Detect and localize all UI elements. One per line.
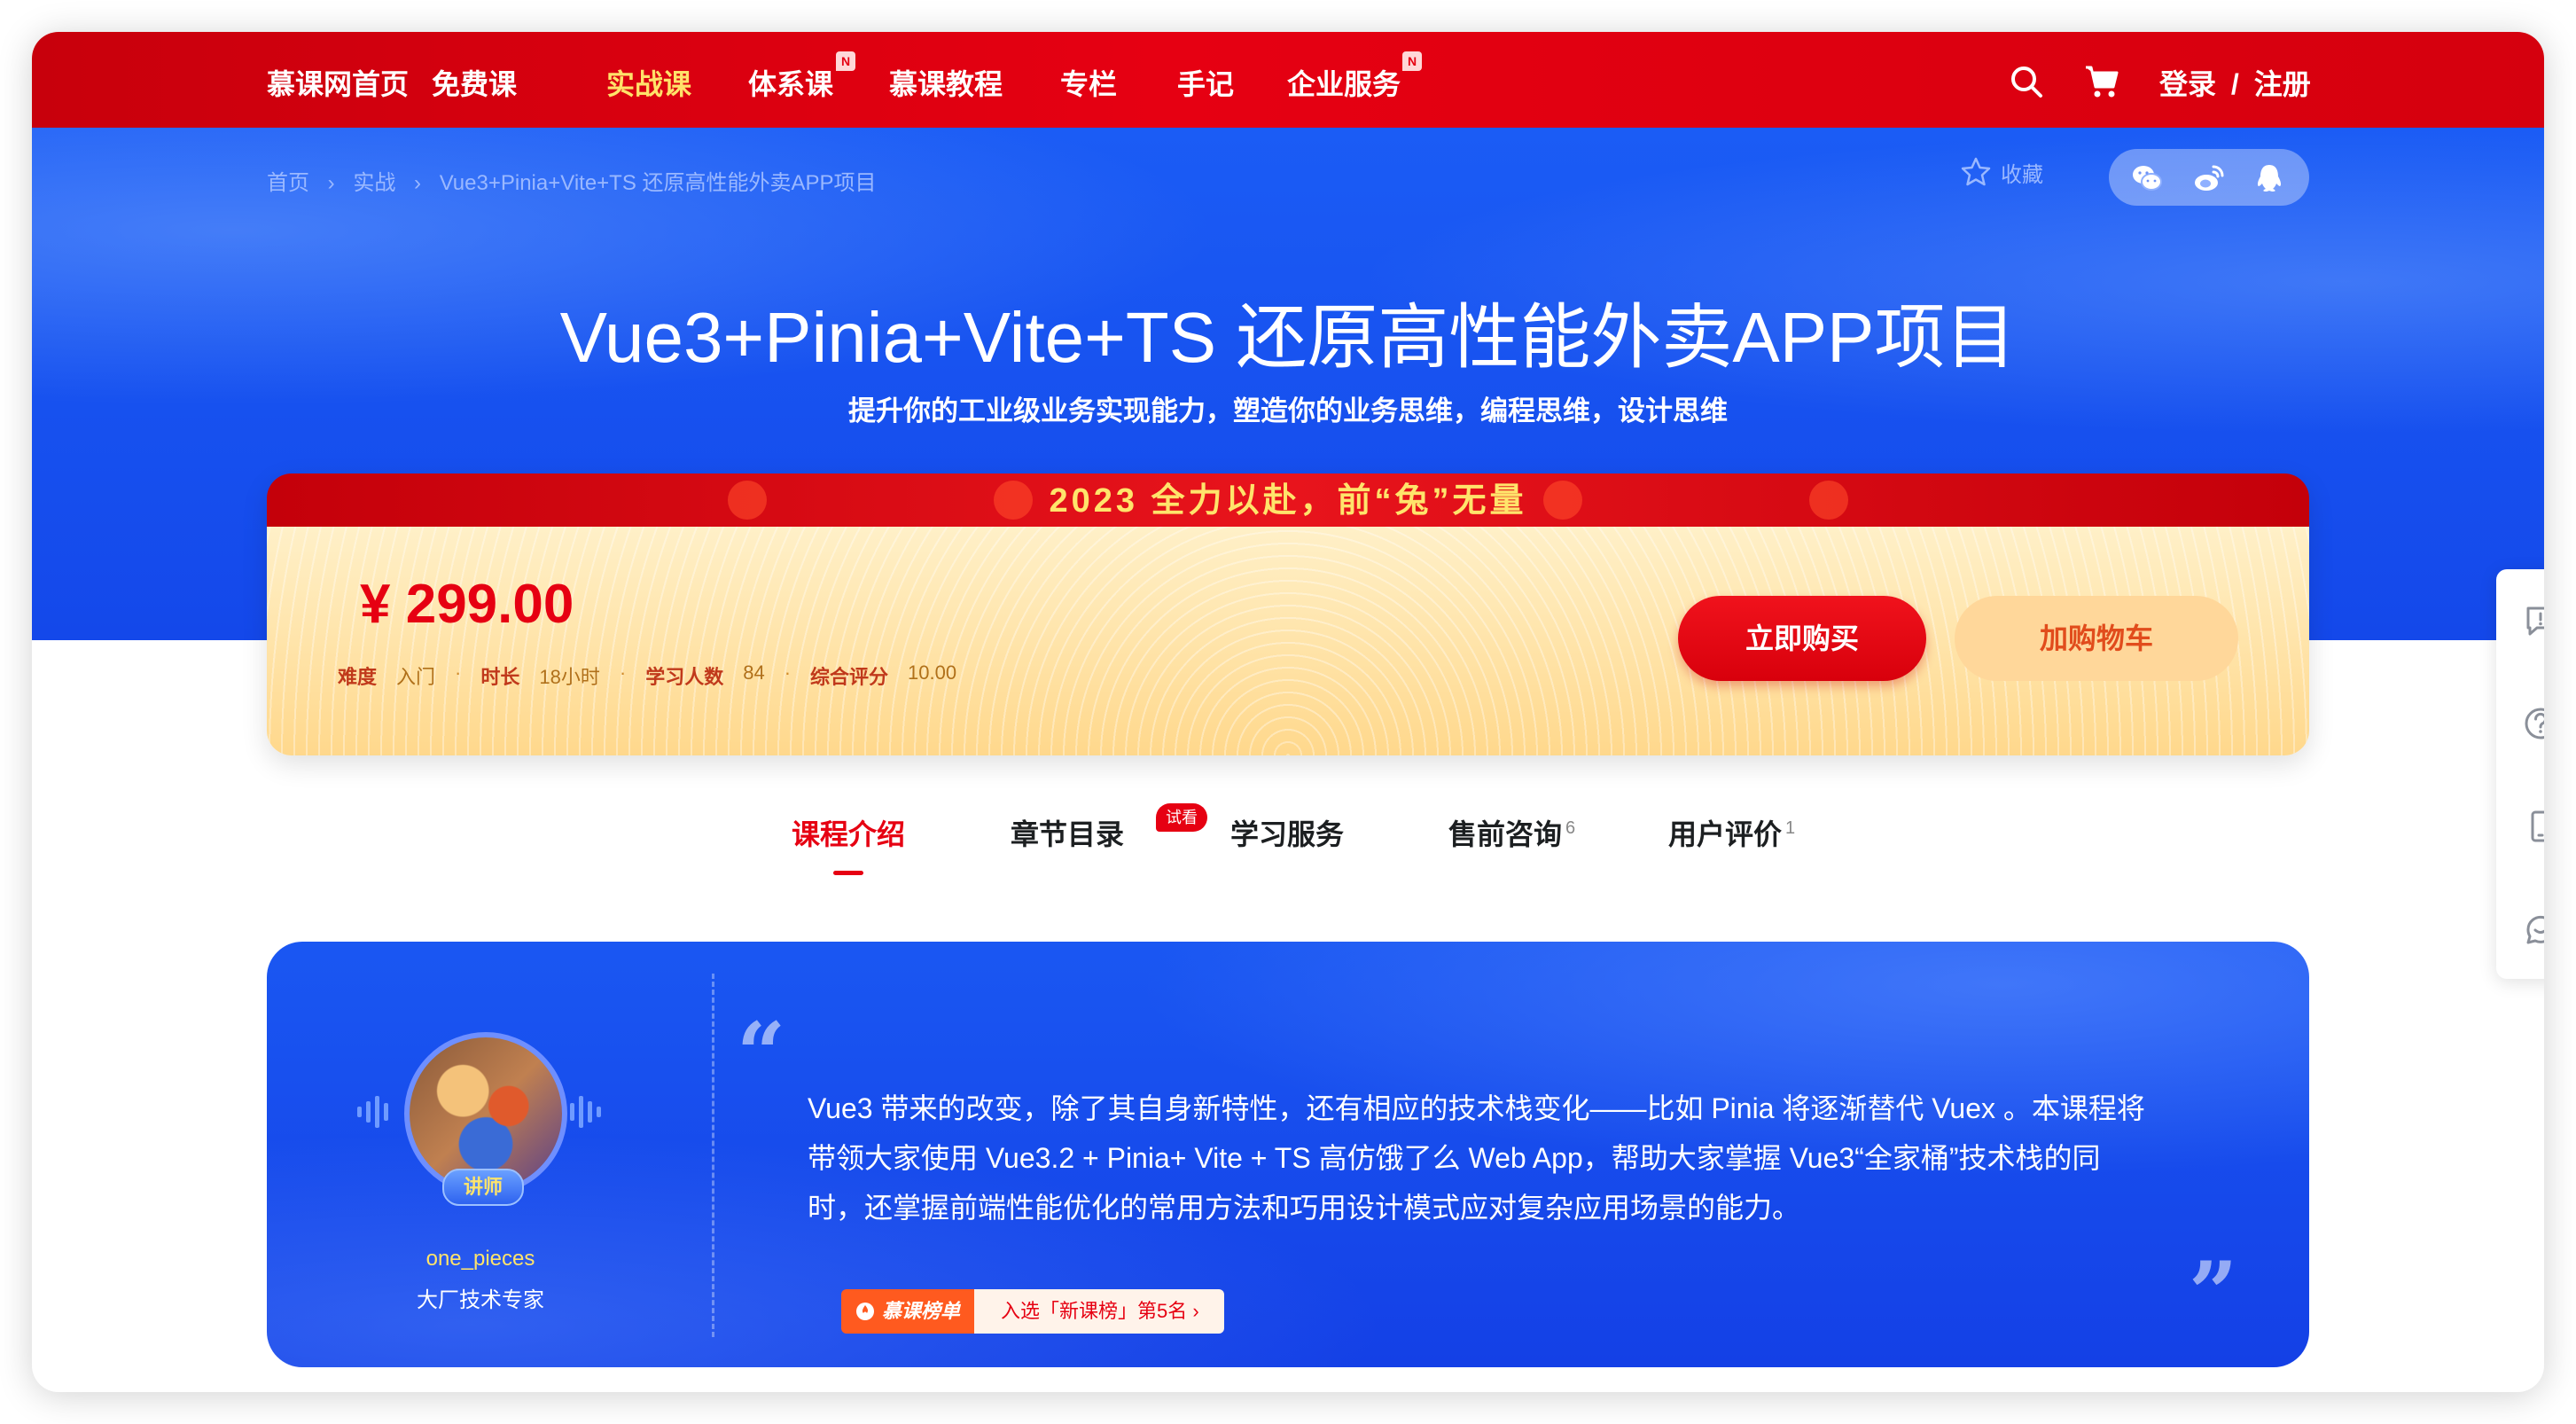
side-toolbar [2496, 569, 2544, 979]
students-label: 学习人数 [645, 666, 724, 688]
teacher-tag: 讲师 [442, 1169, 524, 1206]
weibo-icon[interactable] [2192, 161, 2226, 195]
browser-window: 慕课网首页 免费课 实战课 体系课 N 慕课教程 专栏 手记 企业服务 N 登录… [32, 32, 2544, 1392]
teacher-name[interactable]: one_pieces [267, 1247, 694, 1271]
nav-practical-courses[interactable]: 实战课 [606, 32, 691, 128]
lantern-decor [1809, 481, 1848, 520]
students-value: 84 [743, 661, 765, 684]
auth-links: 登录 / 注册 [2159, 32, 2311, 137]
buy-now-button[interactable]: 立即购买 [1678, 596, 1926, 681]
rank-label-box: 慕课榜单 [841, 1289, 975, 1334]
star-icon [1961, 157, 1991, 186]
nav-columns[interactable]: 专栏 [1060, 32, 1117, 128]
consult-count: 6 [1565, 818, 1576, 839]
search-icon[interactable] [2007, 62, 2046, 101]
breadcrumb-separator: › [327, 171, 335, 195]
promo-text: 2023 全力以赴，前“兔”无量 [1049, 482, 1527, 520]
promo-banner: 2023 全力以赴，前“兔”无量 [267, 473, 2309, 527]
share-group [2109, 149, 2309, 206]
course-meta: 难度 入门 · 时长 18小时 · 学习人数 84 · 综合评分 10.00 [338, 661, 956, 690]
breadcrumb-home[interactable]: 首页 [267, 171, 309, 195]
register-link[interactable]: 注册 [2254, 68, 2311, 100]
course-intro-text: Vue3 带来的改变，除了其自身新特性，还有相应的技术栈变化——比如 Pinia… [808, 1092, 2145, 1224]
difficulty-label: 难度 [338, 666, 378, 688]
favorite-button[interactable]: 收藏 [1960, 156, 2043, 188]
nav-notes[interactable]: 手记 [1177, 32, 1234, 128]
sound-wave-icon [357, 1096, 388, 1128]
tab-active-indicator [833, 871, 863, 875]
course-price: ¥ 299.00 [360, 574, 574, 635]
course-title: Vue3+Pinia+Vite+TS 还原高性能外卖APP项目 [559, 298, 2017, 377]
add-to-cart-button[interactable]: 加购物车 [1955, 596, 2238, 681]
breadcrumb: 首页 › 实战 › Vue3+Pinia+Vite+TS 还原高性能外卖APP项… [267, 165, 889, 196]
lantern-decor [1543, 481, 1582, 520]
nav-enterprise[interactable]: 企业服务 [1287, 32, 1401, 128]
teacher-intro-block: 讲师 one_pieces 大厂技术专家 “ Vue3 带来的改变，除了其自身新… [267, 942, 2309, 1367]
cart-icon[interactable] [2082, 62, 2121, 101]
customer-service-icon[interactable] [2519, 908, 2544, 951]
lantern-decor [994, 481, 1033, 520]
open-quote-icon: “ [737, 1004, 786, 1104]
tab-chapters[interactable]: 章节目录 [1011, 812, 1124, 853]
price-body: ¥ 299.00 难度 入门 · 时长 18小时 · 学习人数 84 · 综合评… [267, 527, 2309, 755]
login-link[interactable]: 登录 [2159, 68, 2216, 100]
reviews-count: 1 [1785, 818, 1796, 839]
tab-service[interactable]: 学习服务 [1230, 812, 1344, 853]
fire-icon [856, 1303, 874, 1320]
nav-tutorials[interactable]: 慕课教程 [889, 32, 1003, 128]
help-icon[interactable] [2519, 702, 2544, 745]
tab-reviews-label: 用户评价 [1668, 818, 1783, 850]
meta-dot: · [455, 661, 462, 684]
lantern-decor [728, 481, 767, 520]
rank-badge[interactable]: 慕课榜单 入选「新课榜」第5名 › [841, 1289, 1224, 1334]
breadcrumb-category[interactable]: 实战 [353, 171, 395, 195]
tab-consult[interactable]: 售前咨询 6 [1448, 812, 1575, 853]
rating-value: 10.00 [908, 661, 957, 684]
tab-consult-label: 售前咨询 [1448, 818, 1563, 850]
duration-value: 18小时 [539, 666, 600, 688]
meta-dot: · [619, 661, 627, 684]
nav-free-courses[interactable]: 免费课 [432, 32, 517, 128]
breadcrumb-separator: › [414, 171, 422, 195]
new-badge: N [836, 51, 855, 71]
favorite-label: 收藏 [2001, 162, 2043, 187]
auth-separator: / [2230, 68, 2239, 100]
price-card: 2023 全力以赴，前“兔”无量 ¥ 299.00 难度 入门 · 时长 18小… [267, 473, 2309, 755]
rating-label: 综合评分 [810, 666, 889, 688]
duration-label: 时长 [480, 666, 520, 688]
wechat-icon[interactable] [2130, 161, 2164, 195]
qq-icon[interactable] [2252, 161, 2286, 195]
top-nav: 慕课网首页 免费课 实战课 体系课 N 慕课教程 专栏 手记 企业服务 N 登录… [32, 32, 2544, 133]
tab-intro[interactable]: 课程介绍 [792, 812, 905, 853]
breadcrumb-current: Vue3+Pinia+Vite+TS 还原高性能外卖APP项目 [439, 171, 877, 195]
rank-text: 入选「新课榜」第5名 › [974, 1289, 1224, 1334]
nav-system-courses[interactable]: 体系课 [748, 32, 833, 128]
rank-label: 慕课榜单 [882, 1300, 961, 1322]
tab-reviews[interactable]: 用户评价 1 [1668, 812, 1795, 853]
sound-wave-icon [570, 1096, 601, 1128]
close-quote-icon: ” [2189, 1243, 2238, 1343]
new-badge: N [1402, 51, 1422, 71]
preview-badge: 试看 [1156, 803, 1207, 832]
difficulty-value: 入门 [396, 666, 436, 688]
divider [712, 974, 714, 1337]
meta-dot: · [784, 661, 792, 684]
nav-home[interactable]: 慕课网首页 [267, 32, 409, 128]
feedback-icon[interactable] [2519, 599, 2544, 642]
teacher-title: 大厂技术专家 [417, 1288, 544, 1312]
course-subtitle: 提升你的工业级业务实现能力，塑造你的业务思维，编程思维，设计思维 [848, 395, 1728, 426]
mobile-icon[interactable] [2519, 805, 2544, 848]
